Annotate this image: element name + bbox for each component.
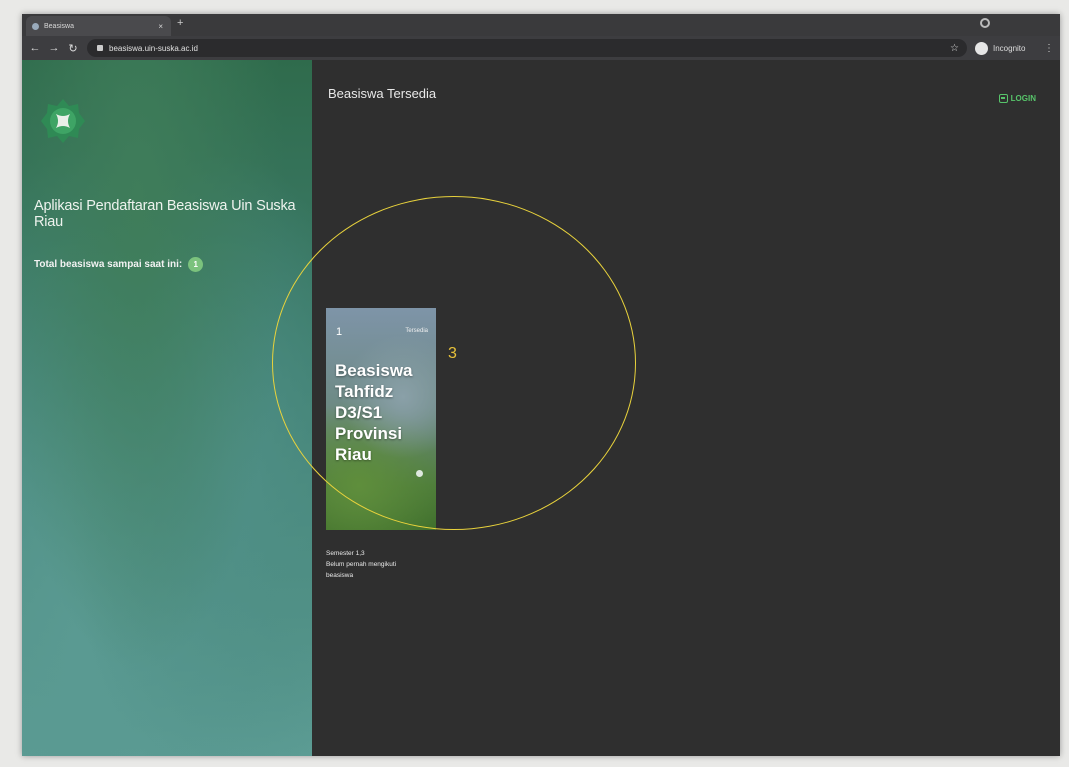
bookmark-star-icon[interactable]: ☆ (950, 43, 959, 54)
tab-title: Beasiswa (44, 22, 74, 30)
address-bar[interactable]: beasiswa.uin-suska.ac.id ☆ (87, 39, 967, 57)
incognito-label: Incognito (993, 43, 1026, 53)
lock-icon (97, 45, 103, 51)
browser-tab[interactable]: Beasiswa × (26, 16, 171, 36)
login-label: LOGIN (1010, 94, 1036, 103)
new-tab-icon[interactable]: + (177, 17, 183, 29)
browser-profile-icon[interactable] (980, 18, 990, 28)
login-icon (998, 94, 1008, 103)
back-icon[interactable]: ← (29, 42, 41, 54)
browser-menu-icon[interactable]: ⋮ (1044, 43, 1054, 54)
incognito-icon (975, 41, 988, 55)
app-title: Aplikasi Pendaftaran Beasiswa Uin Suska … (34, 198, 296, 230)
card-info-line: Semester 1,3 (326, 550, 365, 557)
screen: Beasiswa × + ← → ↻ beasiswa.uin-suska.ac… (22, 14, 1060, 756)
page-title: Beasiswa Tersedia (328, 86, 437, 101)
total-label: Total beasiswa sampai saat ini: (34, 259, 183, 270)
total-count-badge: 1 (188, 257, 204, 272)
browser-toolbar: ← → ↻ beasiswa.uin-suska.ac.id ☆ Incogni… (22, 36, 1060, 60)
annotation-circle (272, 196, 636, 530)
login-button[interactable]: LOGIN (998, 94, 1036, 103)
reload-icon[interactable]: ↻ (67, 42, 79, 55)
card-info-line: Belum pernah mengikuti (326, 561, 397, 568)
tab-close-icon[interactable]: × (158, 22, 163, 31)
forward-icon[interactable]: → (48, 42, 60, 54)
sidebar: Aplikasi Pendaftaran Beasiswa Uin Suska … (22, 60, 312, 756)
uin-logo-icon (41, 99, 85, 143)
annotation-number: 3 (448, 345, 457, 362)
card-info-line: beasiswa (326, 572, 354, 579)
url-text: beasiswa.uin-suska.ac.id (109, 43, 198, 53)
main-content: Beasiswa Tersedia LOGIN 1 Tersedia Beasi… (272, 60, 1060, 756)
page: Aplikasi Pendaftaran Beasiswa Uin Suska … (22, 60, 1060, 756)
incognito-indicator[interactable]: Incognito (975, 41, 1026, 55)
favicon-icon (32, 22, 39, 30)
card-requirements: Semester 1,3 Belum pernah mengikuti beas… (326, 548, 476, 581)
total-scholarships: Total beasiswa sampai saat ini: 1 (34, 257, 204, 272)
browser-tab-bar: Beasiswa × + (22, 14, 1060, 36)
